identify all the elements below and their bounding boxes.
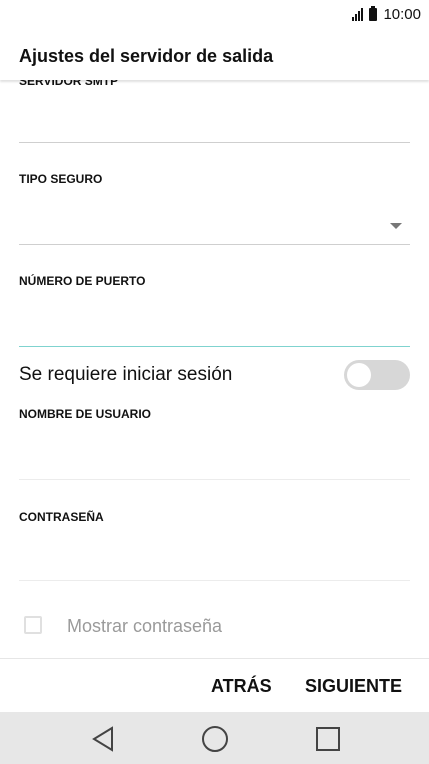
password-label: CONTRASEÑA — [19, 510, 104, 524]
security-type-label: TIPO SEGURO — [19, 172, 103, 186]
port-number-input[interactable] — [19, 300, 410, 346]
page-title: Ajustes del servidor de salida — [19, 46, 274, 66]
back-button[interactable]: ATRÁS — [211, 676, 272, 697]
security-type-select[interactable] — [19, 198, 410, 244]
battery-icon — [369, 6, 378, 21]
settings-form[interactable]: SERVIDOR SMTP TIPO SEGURO NÚMERO DE PUER… — [0, 80, 429, 658]
password-input[interactable] — [19, 535, 410, 581]
username-input[interactable] — [19, 432, 410, 478]
show-password-label[interactable]: Mostrar contraseña — [67, 616, 222, 637]
status-icons: 10:00 — [352, 6, 421, 23]
navigation-bar — [0, 712, 429, 764]
username-label: NOMBRE DE USUARIO — [19, 407, 152, 421]
status-time: 10:00 — [383, 6, 421, 23]
bottom-actions: ATRÁS SIGUIENTE — [0, 658, 429, 713]
port-number-label: NÚMERO DE PUERTO — [19, 274, 146, 288]
nav-home-icon[interactable] — [200, 724, 230, 754]
require-signin-label: Se requiere iniciar sesión — [19, 364, 233, 385]
smtp-server-label: SERVIDOR SMTP — [19, 80, 119, 88]
next-button[interactable]: SIGUIENTE — [305, 676, 402, 697]
show-password-checkbox[interactable] — [24, 616, 42, 634]
nav-back-icon[interactable] — [89, 724, 119, 754]
toggle-knob — [347, 363, 371, 387]
require-signin-toggle[interactable] — [344, 360, 410, 390]
username-underline — [19, 479, 410, 480]
app-bar: Ajustes del servidor de salida — [0, 34, 429, 80]
status-bar: 10:00 — [0, 0, 429, 34]
password-underline — [19, 580, 410, 581]
security-type-underline — [19, 244, 410, 245]
smtp-server-input[interactable] — [19, 142, 410, 143]
signal-icon — [352, 8, 364, 21]
port-number-underline — [19, 346, 410, 347]
nav-recent-icon[interactable] — [313, 724, 343, 754]
dropdown-arrow-icon[interactable] — [390, 223, 402, 229]
